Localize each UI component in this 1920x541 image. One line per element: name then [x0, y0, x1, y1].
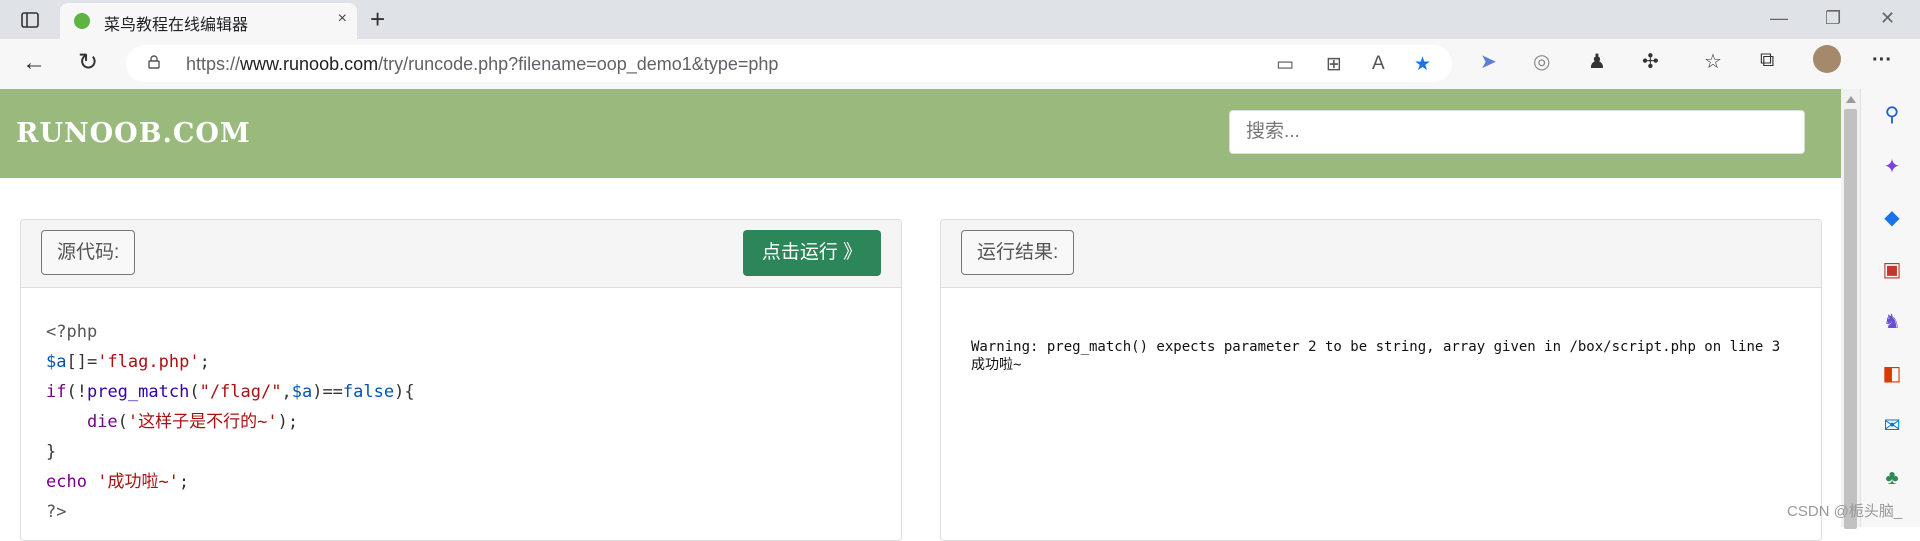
read-aloud-icon[interactable]: A [1372, 53, 1385, 75]
extension-circle-icon[interactable]: ◎ [1533, 49, 1550, 74]
code-line: <?php [46, 322, 98, 342]
tab-title: 菜鸟教程在线编辑器 [104, 17, 249, 34]
result-output: Warning: preg_match() expects parameter … [971, 338, 1780, 374]
browser-tab[interactable]: 菜鸟教程在线编辑器 × [60, 3, 357, 39]
url-text[interactable]: https://www.runoob.com/try/runcode.php?f… [186, 54, 778, 75]
tab-close-icon[interactable]: × [338, 10, 347, 28]
result-label: 运行结果: [961, 230, 1075, 275]
watermark: CSDN @栀头脑_ [1787, 503, 1903, 520]
search-input[interactable] [1229, 110, 1805, 154]
output-success: 成功啦~ [971, 357, 1022, 373]
code-line: } [46, 442, 57, 462]
device-icon[interactable]: ▭ [1276, 53, 1294, 76]
page-scrollbar[interactable] [1841, 89, 1860, 529]
close-window-button[interactable]: ✕ [1880, 8, 1895, 29]
copilot-sparkle-icon[interactable]: ✦ [1881, 156, 1903, 178]
code-line: echo '成功啦~'; [46, 472, 190, 492]
result-panel: 运行结果: Warning: preg_match() expects para… [940, 219, 1822, 541]
minimize-button[interactable]: — [1770, 8, 1788, 29]
tree-icon[interactable]: ♣ [1881, 467, 1903, 489]
more-menu-button[interactable]: ··· [1872, 49, 1892, 72]
favorite-star-icon[interactable]: ★ [1414, 53, 1431, 76]
profile-avatar[interactable] [1813, 45, 1841, 73]
new-tab-button[interactable]: + [370, 4, 385, 34]
back-button[interactable]: ← [22, 50, 46, 76]
collections-icon[interactable]: ⧉ [1760, 49, 1774, 72]
tools-icon[interactable]: ▣ [1881, 259, 1903, 281]
code-line: $a[]='flag.php'; [46, 352, 210, 372]
address-bar[interactable]: https://www.runoob.com/try/runcode.php?f… [126, 45, 1452, 82]
code-editor[interactable]: <?php $a[]='flag.php'; if(!preg_match("/… [46, 317, 415, 527]
search-icon[interactable]: ⚲ [1881, 104, 1903, 126]
lock-icon[interactable] [148, 55, 160, 69]
favorites-icon[interactable]: ☆ [1704, 49, 1722, 74]
run-button[interactable]: 点击运行 》 [743, 230, 881, 276]
source-panel: 源代码: 点击运行 》 <?php $a[]='flag.php'; if(!p… [20, 219, 902, 541]
tab-actions-icon[interactable] [20, 10, 40, 30]
outlook-icon[interactable]: ✉ [1881, 415, 1903, 437]
games-icon[interactable]: ♞ [1881, 311, 1903, 333]
code-line: ?> [46, 502, 67, 522]
extensions-puzzle-icon[interactable]: ✣ [1642, 49, 1659, 74]
site-logo[interactable]: RUNOOB.COM [16, 118, 251, 149]
extension-person-icon[interactable]: ♟ [1588, 49, 1606, 74]
source-panel-header: 源代码: 点击运行 》 [21, 220, 901, 288]
reload-button[interactable]: ↻ [78, 50, 98, 76]
office-icon[interactable]: ◧ [1881, 363, 1903, 385]
scroll-up-icon[interactable] [1846, 96, 1856, 103]
code-line: die('这样子是不行的~'); [86, 412, 299, 432]
extension-bird-icon[interactable]: ➤ [1480, 49, 1497, 74]
browser-tab-bar: 菜鸟教程在线编辑器 × + — ❐ ✕ [0, 0, 1920, 39]
web-page: RUNOOB.COM 源代码: 点击运行 》 <?php $a[]='flag.… [0, 89, 1841, 541]
maximize-button[interactable]: ❐ [1825, 8, 1841, 29]
browser-toolbar: ← ↻ https://www.runoob.com/try/runcode.p… [0, 39, 1920, 90]
apps-icon[interactable]: ⊞ [1326, 53, 1342, 76]
scroll-thumb[interactable] [1844, 109, 1857, 529]
shopping-tag-icon[interactable]: ◆ [1881, 207, 1903, 229]
site-header: RUNOOB.COM [0, 89, 1841, 178]
output-warning: Warning: preg_match() expects parameter … [971, 339, 1781, 355]
edge-sidebar: ⚲ ✦ ◆ ▣ ♞ ◧ ✉ ♣ [1860, 89, 1920, 527]
runoob-favicon-icon [74, 13, 90, 29]
code-line: if(!preg_match("/flag/",$a)==false){ [46, 382, 415, 402]
source-label: 源代码: [41, 230, 136, 275]
result-panel-header: 运行结果: [941, 220, 1821, 288]
